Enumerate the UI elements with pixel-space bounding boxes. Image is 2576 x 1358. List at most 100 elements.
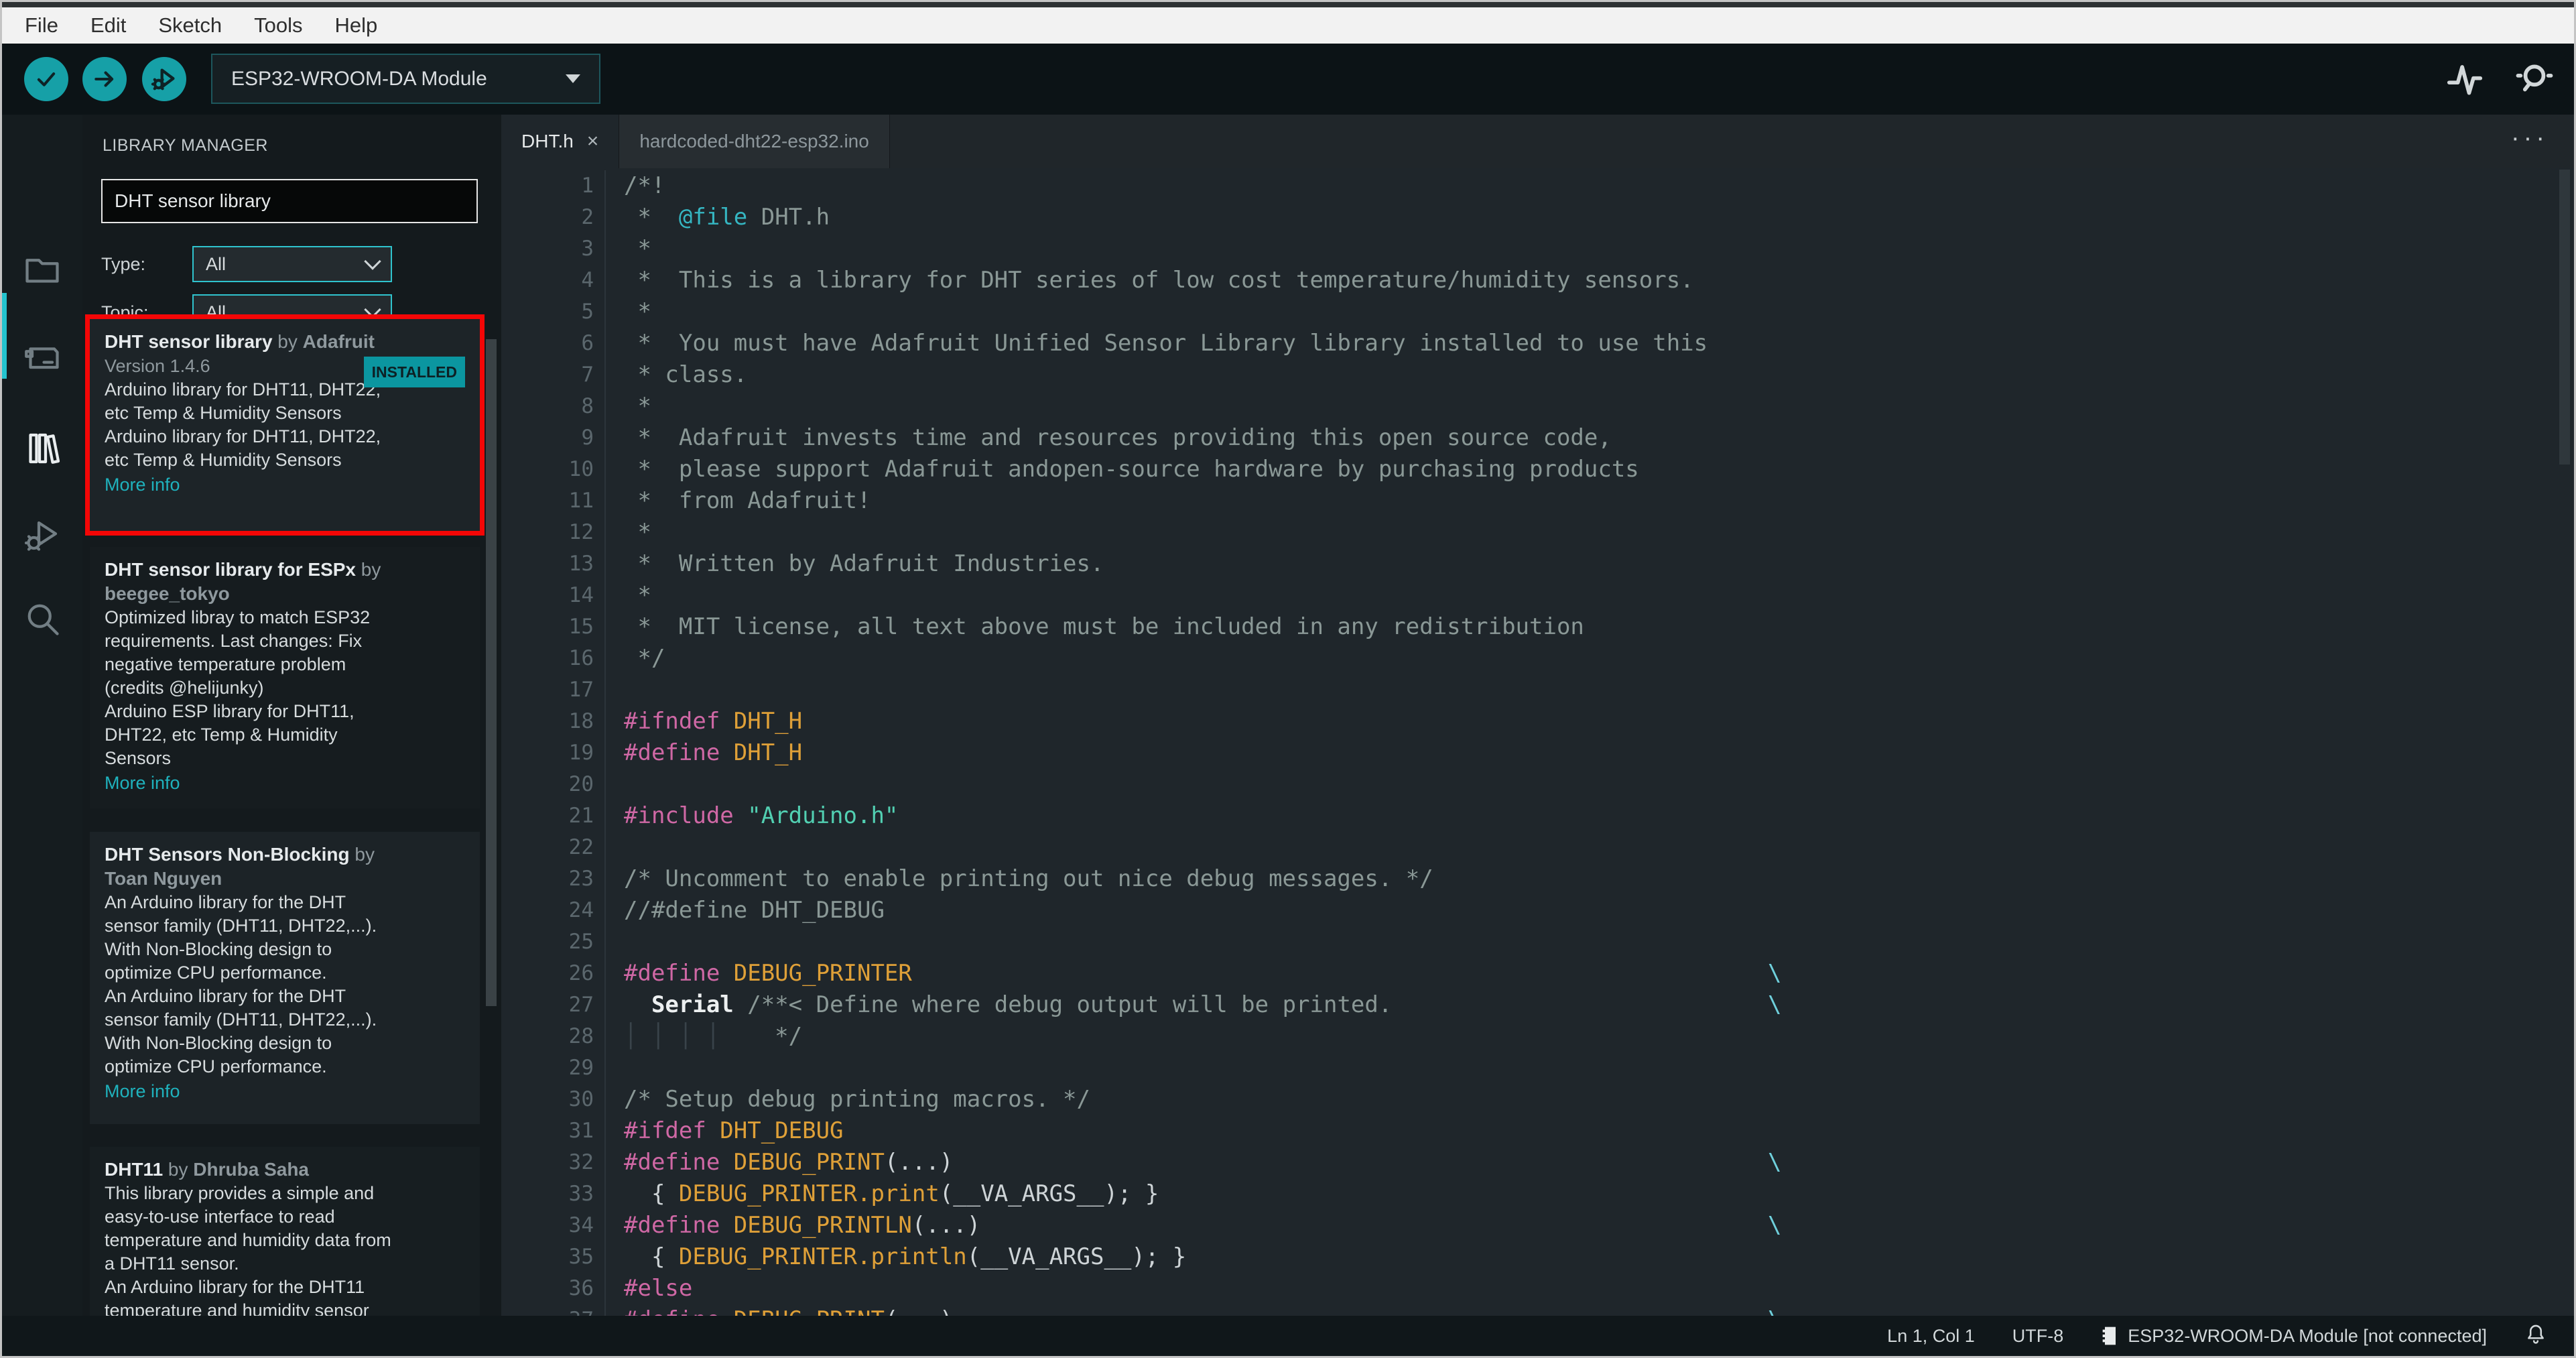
code-line-text: * bbox=[604, 580, 651, 611]
more-info-link[interactable]: More info bbox=[105, 1079, 465, 1103]
code-line[interactable]: 34 #define DEBUG_PRINTLN(...) \ bbox=[501, 1210, 2574, 1241]
upload-button[interactable] bbox=[82, 57, 127, 101]
code-line-text: Serial /**< Define where debug output wi… bbox=[604, 989, 1392, 1021]
menu-item-sketch[interactable]: Sketch bbox=[142, 13, 238, 38]
encoding[interactable]: UTF-8 bbox=[2012, 1326, 2064, 1347]
debug-button[interactable] bbox=[142, 57, 186, 101]
code-line[interactable]: 36 #else bbox=[501, 1273, 2574, 1304]
code-line[interactable]: 10 * please support Adafruit andopen-sou… bbox=[501, 454, 2574, 485]
status-bar: Ln 1, Col 1 UTF-8 ESP32-WROOM-DA Module … bbox=[2, 1316, 2574, 1356]
code-line-text: */ bbox=[604, 643, 665, 674]
code-line-text: * @file DHT.h bbox=[604, 202, 830, 233]
code-line[interactable]: 27 Serial /**< Define where debug output… bbox=[501, 989, 2574, 1021]
line-number: 24 bbox=[568, 898, 594, 922]
more-info-link[interactable]: More info bbox=[105, 771, 465, 795]
code-line[interactable]: 12 * bbox=[501, 517, 2574, 548]
code-line[interactable]: 15 * MIT license, all text above must be… bbox=[501, 611, 2574, 643]
code-line[interactable]: 22 bbox=[501, 832, 2574, 863]
check-icon bbox=[37, 72, 56, 86]
library-description-line: (credits @helijunky) bbox=[105, 678, 264, 698]
board-selector[interactable]: ESP32-WROOM-DA Module bbox=[211, 54, 600, 104]
library-list-item[interactable]: DHT Sensors Non-Blocking by Toan Nguyen A… bbox=[90, 832, 480, 1124]
line-number: 5 bbox=[581, 300, 594, 324]
menu-item-file[interactable]: File bbox=[9, 13, 74, 38]
sidebar-item-sketchbook[interactable] bbox=[21, 248, 64, 291]
code-token: DEBUG_PRINT bbox=[733, 1149, 885, 1176]
code-line[interactable]: 30 /* Setup debug printing macros. */ bbox=[501, 1084, 2574, 1115]
sidebar-item-library-manager[interactable] bbox=[21, 427, 64, 470]
code-line-text: #define DEBUG_PRINT(...) bbox=[604, 1147, 953, 1178]
tab-hardcoded-dht22-esp32.ino[interactable]: hardcoded-dht22-esp32.ino bbox=[619, 115, 890, 168]
code-line[interactable]: 4 * This is a library for DHT series of … bbox=[501, 265, 2574, 296]
editor-tab-bar: DHT.h × hardcoded-dht22-esp32.ino bbox=[501, 115, 2574, 168]
code-token: (__VA_ARGS__); } bbox=[939, 1180, 1159, 1207]
type-filter-select[interactable]: All bbox=[192, 246, 392, 282]
library-name: DHT11 bbox=[105, 1159, 164, 1180]
cursor-position[interactable]: Ln 1, Col 1 bbox=[1887, 1326, 1975, 1347]
code-line[interactable]: 7 * class. bbox=[501, 359, 2574, 391]
library-list-item[interactable]: DHT sensor library by Adafruit INSTALLED V… bbox=[90, 319, 480, 531]
line-continuation-backslash: \ bbox=[1768, 1304, 1781, 1316]
serial-plotter-button[interactable] bbox=[2444, 58, 2486, 103]
code-line[interactable]: 17 bbox=[501, 674, 2574, 706]
bell-icon bbox=[2528, 1324, 2544, 1344]
serial-monitor-button[interactable] bbox=[2514, 58, 2555, 103]
library-item-title: DHT sensor library for ESPx by beegee_to… bbox=[105, 558, 465, 606]
code-line[interactable]: 35 { DEBUG_PRINTER.println(__VA_ARGS__);… bbox=[501, 1241, 2574, 1273]
code-line[interactable]: 26 #define DEBUG_PRINTER \ bbox=[501, 958, 2574, 989]
notifications-button[interactable] bbox=[2524, 1322, 2547, 1350]
code-line[interactable]: 20 bbox=[501, 769, 2574, 800]
code-line[interactable]: 13 * Written by Adafruit Industries. bbox=[501, 548, 2574, 580]
code-line[interactable]: 31 #ifdef DHT_DEBUG bbox=[501, 1115, 2574, 1147]
code-line[interactable]: 25 bbox=[501, 926, 2574, 958]
code-line[interactable]: 3 * bbox=[501, 233, 2574, 265]
code-token: DHT_DEBUG bbox=[720, 1117, 844, 1144]
library-list-item[interactable]: DHT11 by Dhruba Saha This library provide… bbox=[90, 1147, 480, 1316]
library-list-item[interactable]: DHT sensor library for ESPx by beegee_to… bbox=[90, 547, 480, 808]
line-number: 4 bbox=[581, 268, 594, 292]
code-token: * bbox=[624, 235, 651, 262]
more-actions-button[interactable]: ··· bbox=[2511, 124, 2549, 153]
code-line[interactable]: 2 * @file DHT.h bbox=[501, 202, 2574, 233]
verify-button[interactable] bbox=[24, 57, 68, 101]
code-line[interactable]: 37 #define DEBUG_PRINT(...) \ bbox=[501, 1304, 2574, 1316]
menu-item-edit[interactable]: Edit bbox=[74, 13, 142, 38]
menu-item-tools[interactable]: Tools bbox=[238, 13, 318, 38]
code-line[interactable]: 8 * bbox=[501, 391, 2574, 422]
code-line[interactable]: 29 bbox=[501, 1052, 2574, 1084]
sidebar-item-debug[interactable] bbox=[21, 515, 64, 558]
code-line[interactable]: 19 #define DHT_H bbox=[501, 737, 2574, 769]
line-number: 15 bbox=[568, 615, 594, 639]
code-line[interactable]: 11 * from Adafruit! bbox=[501, 485, 2574, 517]
sidebar-item-boards-manager[interactable] bbox=[21, 336, 64, 379]
code-line[interactable]: 18 #ifndef DHT_H bbox=[501, 706, 2574, 737]
code-token: * bbox=[624, 582, 651, 609]
more-info-link[interactable]: More info bbox=[105, 473, 465, 497]
library-search-input[interactable] bbox=[101, 179, 478, 223]
code-line[interactable]: 14 * bbox=[501, 580, 2574, 611]
code-line[interactable]: 1 /*! bbox=[501, 170, 2574, 202]
code-line[interactable]: 5 * bbox=[501, 296, 2574, 328]
code-line[interactable]: 33 { DEBUG_PRINTER.print(__VA_ARGS__); } bbox=[501, 1178, 2574, 1210]
library-description-line: An Arduino library for the DHT bbox=[105, 986, 346, 1006]
menu-item-help[interactable]: Help bbox=[319, 13, 394, 38]
code-line[interactable]: 6 * You must have Adafruit Unified Senso… bbox=[501, 328, 2574, 359]
code-token: #define bbox=[624, 1212, 734, 1239]
code-line[interactable]: 21 #include "Arduino.h" bbox=[501, 800, 2574, 832]
code-editor[interactable]: 1/*! 2 * @file DHT.h 3 * 4 * This is a libr… bbox=[501, 168, 2574, 1316]
editor-scrollbar[interactable] bbox=[2559, 170, 2570, 465]
code-line[interactable]: 23 /* Uncomment to enable printing out ni… bbox=[501, 863, 2574, 895]
code-line[interactable]: 28 │ │ │ │ */ bbox=[501, 1021, 2574, 1052]
sidebar-item-search[interactable] bbox=[21, 597, 64, 640]
close-icon[interactable]: × bbox=[587, 130, 599, 153]
code-line-text: * from Adafruit! bbox=[604, 485, 871, 517]
panel-scrollbar[interactable] bbox=[486, 339, 497, 1006]
library-author: Dhruba Saha bbox=[193, 1159, 309, 1180]
code-line[interactable]: 16 */ bbox=[501, 643, 2574, 674]
board-status[interactable]: ESP32-WROOM-DA Module [not connected] bbox=[2101, 1325, 2487, 1347]
tab-DHT.h[interactable]: DHT.h × bbox=[501, 115, 620, 168]
line-number: 2 bbox=[581, 205, 594, 229]
code-line[interactable]: 24 //#define DHT_DEBUG bbox=[501, 895, 2574, 926]
code-line[interactable]: 32 #define DEBUG_PRINT(...) \ bbox=[501, 1147, 2574, 1178]
code-line[interactable]: 9 * Adafruit invests time and resources … bbox=[501, 422, 2574, 454]
